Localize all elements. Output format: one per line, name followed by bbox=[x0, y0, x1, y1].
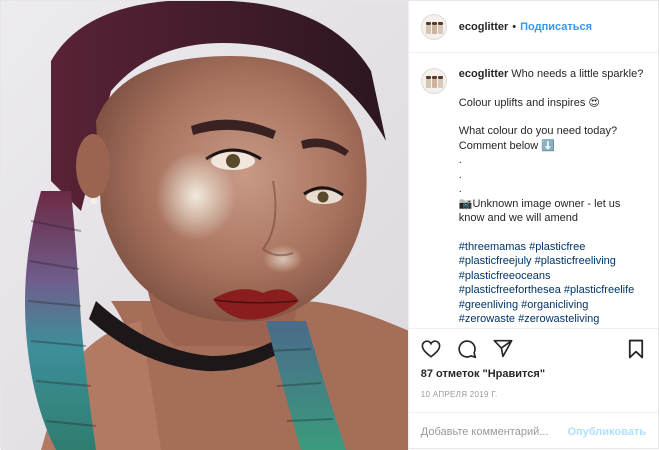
post-date[interactable]: 10 АПРЕЛЯ 2019 Г. bbox=[409, 384, 658, 404]
caption-line: . bbox=[458, 183, 462, 195]
portrait-image bbox=[1, 1, 408, 450]
bookmark-icon[interactable] bbox=[625, 338, 647, 360]
follow-button[interactable]: Подписаться bbox=[520, 21, 592, 33]
caption-line: 📷Unknown image owner - let us know and w… bbox=[458, 197, 621, 225]
comment-input[interactable]: Добавьте комментарий... bbox=[421, 426, 568, 438]
post-sidebar: ecoglitter • Подписаться ecoglitter Who n… bbox=[407, 1, 658, 450]
comments-section[interactable]: ecoglitter Who needs a little sparkle? Co… bbox=[409, 53, 658, 328]
add-comment-bar: Добавьте комментарий... Опубликовать bbox=[408, 412, 658, 450]
heart-icon[interactable] bbox=[420, 338, 442, 360]
username[interactable]: ecoglitter bbox=[459, 21, 509, 33]
caption-line: Who needs a little sparkle? bbox=[511, 68, 644, 80]
caption: ecoglitter Who needs a little sparkle? Co… bbox=[420, 67, 646, 327]
caption-line: . bbox=[458, 168, 462, 181]
likes-count[interactable]: 87 отметок "Нравится" bbox=[409, 368, 658, 384]
caption-avatar[interactable] bbox=[420, 68, 447, 94]
separator-dot: • bbox=[512, 20, 517, 33]
caption-line: . bbox=[458, 154, 462, 166]
action-bar bbox=[408, 328, 658, 368]
caption-username[interactable]: ecoglitter bbox=[459, 68, 509, 80]
instagram-post: ecoglitter • Подписаться ecoglitter Who n… bbox=[0, 0, 659, 450]
avatar[interactable] bbox=[420, 13, 447, 40]
caption-text: ecoglitter Who needs a little sparkle? Co… bbox=[459, 67, 644, 327]
comment-icon[interactable] bbox=[456, 338, 478, 360]
hashtags[interactable]: #threemamas #plasticfree #plasticfreejul… bbox=[459, 240, 644, 328]
publish-button[interactable]: Опубликовать bbox=[567, 426, 646, 438]
caption-line: Colour uplifts and inspires 😍 bbox=[458, 96, 600, 109]
post-header: ecoglitter • Подписаться bbox=[408, 1, 658, 53]
share-icon[interactable] bbox=[492, 338, 514, 360]
post-photo[interactable] bbox=[1, 1, 408, 450]
caption-line: What colour do you need today? Comment b… bbox=[458, 125, 618, 152]
